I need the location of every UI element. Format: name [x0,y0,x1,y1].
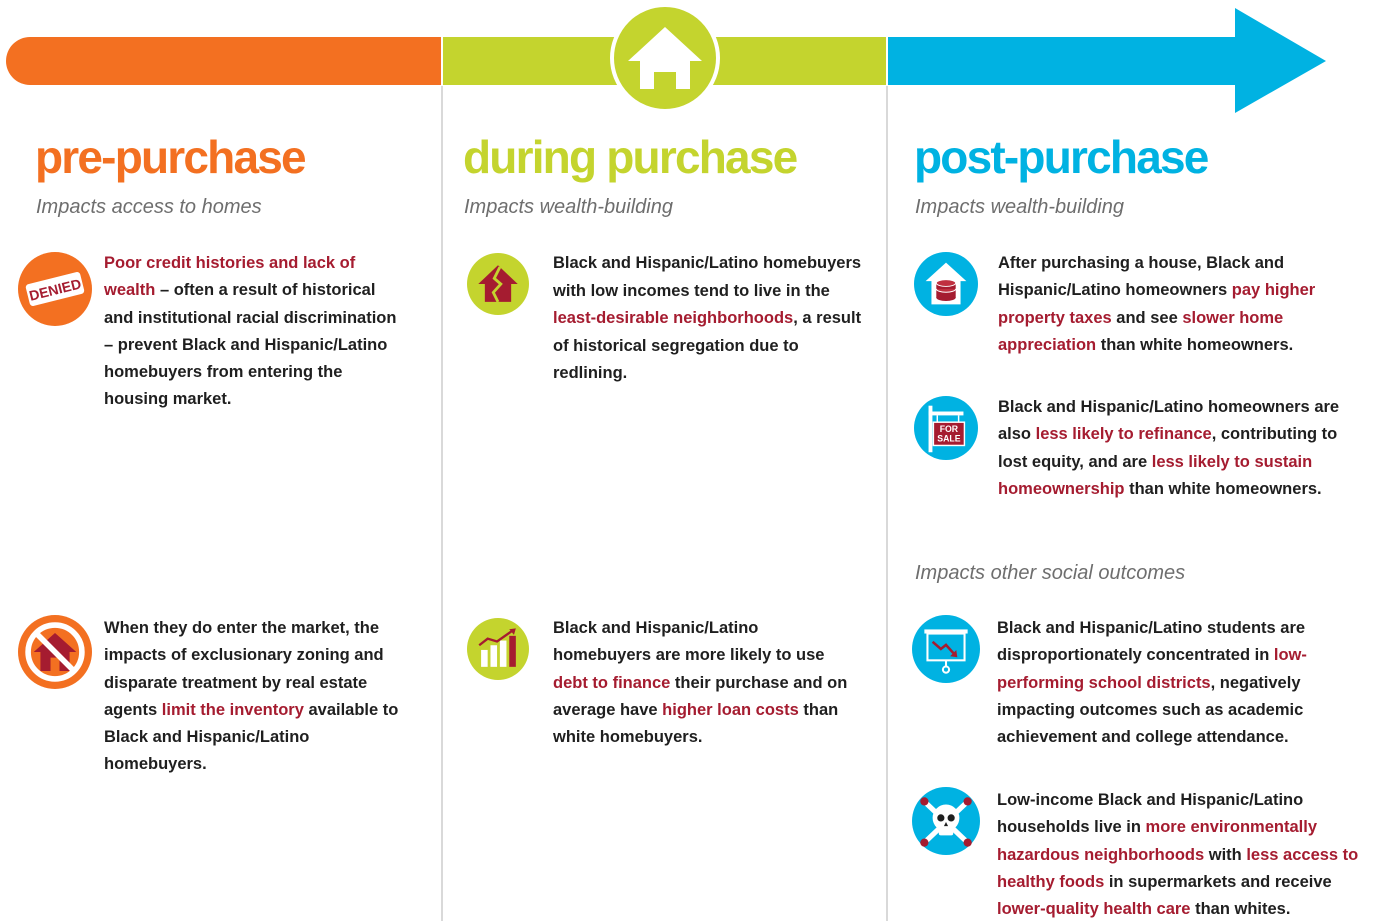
post-purchase-arrow-head [888,8,1326,113]
no-house-icon [18,615,92,689]
item-text: Black and Hispanic/Latino homebuyers wit… [553,254,862,382]
cracked-house-icon [467,253,529,315]
item-text: Black and Hispanic/Latino homebuyers are… [553,619,848,747]
during-purchase-title: during purchase [463,131,798,183]
for-sale-sign-icon: FOR SALE [914,396,978,460]
during-purchase-subtitle: Impacts wealth-building [464,196,673,218]
pre-purchase-arrow-segment [6,37,441,85]
pre-purchase-title: pre-purchase [35,131,307,183]
denied-stamp-icon: DENIED [18,252,92,326]
column-divider [441,86,443,921]
item-text: Black and Hispanic/Latino students are d… [997,619,1307,747]
timeline-arrow [6,3,1326,113]
column-divider [886,86,888,921]
rising-bar-chart-icon [467,618,529,680]
skull-crossbones-icon [912,787,980,855]
item-text: Poor credit histories and lack of wealth… [104,254,397,409]
item-text: Low-income Black and Hispanic/Latino hou… [997,791,1359,919]
item-text: After purchasing a house, Black and Hisp… [998,254,1316,354]
item-text: When they do enter the market, the impac… [104,619,399,774]
item-text: Black and Hispanic/Latino homeowners are… [998,398,1340,498]
for-sale-line1: FOR [940,424,959,434]
for-sale-line2: SALE [937,434,960,444]
house-coins-icon [914,252,978,316]
post-purchase-title: post-purchase [914,131,1209,183]
house-icon [610,3,720,113]
pre-purchase-subtitle: Impacts access to homes [36,196,262,218]
social-outcomes-subtitle: Impacts other social outcomes [915,562,1186,584]
declining-chart-board-icon [912,615,980,683]
post-purchase-subtitle: Impacts wealth-building [915,196,1124,218]
